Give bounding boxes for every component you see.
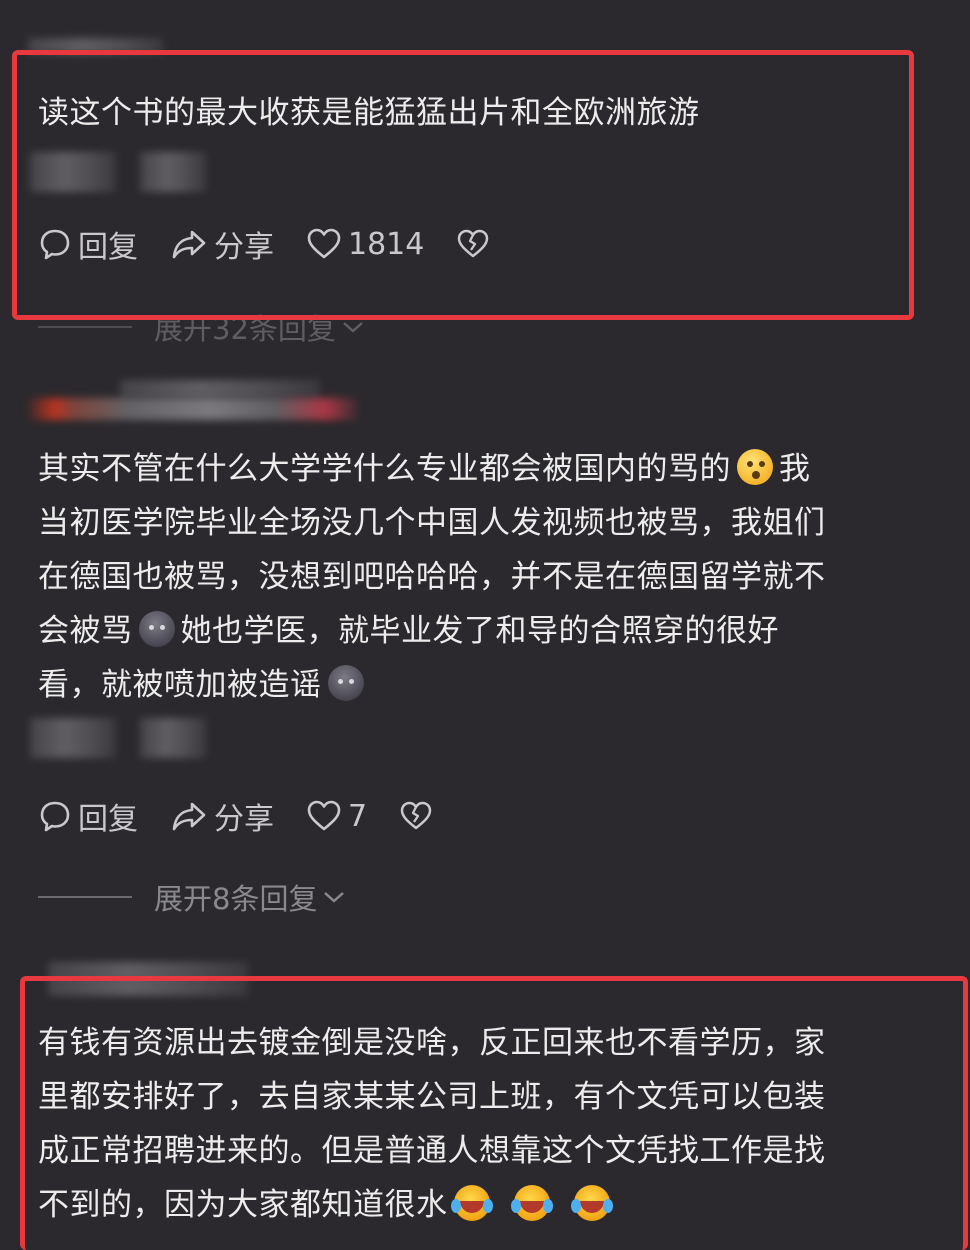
like-count: 7 <box>348 798 368 834</box>
comment-feed: 读这个书的最大收获是能猛猛出片和全欧洲旅游 回复 分享 1814 展开32条回复… <box>0 0 970 1250</box>
thinking-face-emoji-icon <box>737 449 773 485</box>
blurred-badges <box>28 398 358 420</box>
comment-line: 当初医学院毕业全场没几个中国人发视频也被骂，我姐们 <box>38 505 826 541</box>
highlight-box <box>12 50 914 320</box>
blurred-meta <box>140 718 206 758</box>
share-button[interactable]: 分享 <box>170 794 274 838</box>
like-button[interactable]: 7 <box>306 799 367 834</box>
blurred-meta <box>30 718 116 758</box>
comment-line: 在德国也被骂，没想到吧哈哈哈，并不是在德国留学就不 <box>38 559 826 595</box>
sweat-blob-emoji-icon <box>327 665 364 701</box>
comment-line: 我 <box>779 451 811 487</box>
divider <box>38 896 132 898</box>
expand-replies[interactable]: 展开8条回复 <box>38 876 347 918</box>
comment-line: 会被骂 <box>38 613 133 649</box>
comment-actions: 回复 分享 7 <box>38 794 471 838</box>
share-arrow-icon <box>172 802 206 831</box>
chevron-down-icon <box>343 322 363 333</box>
comment-line: 她也学医，就毕业发了和导的合照穿的很好 <box>180 613 779 649</box>
sweat-blob-emoji-icon <box>138 611 175 647</box>
comment-bubble-icon <box>40 801 70 832</box>
broken-heart-icon <box>400 801 432 830</box>
chevron-down-icon <box>324 892 345 903</box>
comment-line: 看，就被喷加被造谣 <box>38 667 322 703</box>
divider <box>38 326 132 328</box>
highlight-box <box>20 976 968 1250</box>
comment-line: 其实不管在什么大学学什么专业都会被国内的骂的 <box>38 451 731 487</box>
comment-body: 其实不管在什么大学学什么专业都会被国内的骂的 我 当初医学院毕业全场没几个中国人发… <box>38 442 826 712</box>
blurred-username <box>120 380 320 398</box>
heart-icon <box>307 800 341 831</box>
dislike-button[interactable] <box>399 800 439 832</box>
reply-button[interactable]: 回复 <box>38 794 138 838</box>
